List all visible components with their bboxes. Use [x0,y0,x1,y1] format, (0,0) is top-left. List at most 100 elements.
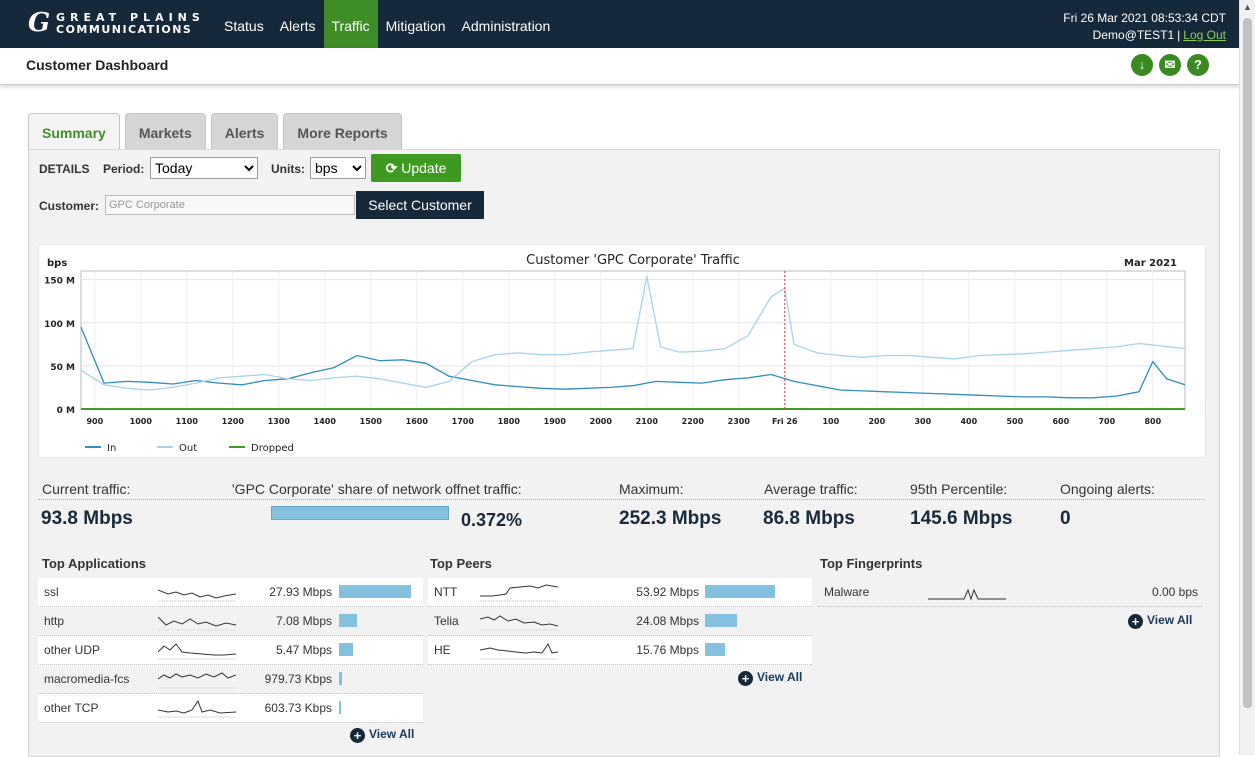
sparkline [480,642,558,660]
ongoing-alerts-label: Ongoing alerts: [1060,481,1155,497]
ongoing-alerts-value: 0 [1060,508,1071,529]
traffic-chart: Customer 'GPC Corporate' Traffic bps Mar… [44,253,1186,454]
app-bar [339,643,353,656]
x-tick-label: 2300 [728,417,751,426]
legend-label: Dropped [251,443,294,454]
tab-summary[interactable]: Summary [28,113,120,150]
x-tick-label: 2100 [636,417,659,426]
logout-link[interactable]: Log Out [1183,28,1226,42]
x-tick-label: 1000 [130,417,153,426]
peers-view-all-link[interactable]: + View All [738,670,802,686]
sparkline [158,699,236,718]
top-applications-list: ssl 27.93 Mbps http 7.08 Mbps other UDP … [38,578,423,723]
top-fingerprints-list: Malware 0.00 bps [818,578,1202,607]
current-datetime: Fri 26 Mar 2021 08:53:34 CDT [1063,11,1226,25]
x-tick-label: 1500 [360,417,383,426]
peer-bar [705,614,737,627]
period-select[interactable]: Today [150,157,258,179]
list-item[interactable]: macromedia-fcs 979.73 Kbps [38,665,423,694]
app-name: macromedia-fcs [44,672,130,686]
list-item[interactable]: ssl 27.93 Mbps [38,578,423,607]
top-peers-list: NTT 53.92 Mbps Telia 24.08 Mbps HE 15.76… [428,578,812,665]
nav-mitigation[interactable]: Mitigation [378,0,454,48]
x-tick-label: 2000 [590,417,613,426]
chart-ylabel: bps [47,258,67,269]
plus-circle-icon: + [1128,614,1143,629]
x-tick-label: 200 [868,417,885,426]
fingerprint-name: Malware [824,585,870,599]
list-item[interactable]: Telia 24.08 Mbps [428,607,812,636]
current-traffic-label: Current traffic: [42,481,131,497]
x-tick-label: 1300 [268,417,291,426]
nav-status[interactable]: Status [216,0,272,48]
scroll-up-icon[interactable]: ▲ [1243,2,1252,12]
dashboard-tabs: Summary Markets Alerts More Reports [28,113,407,150]
view-all-label: View All [757,670,803,684]
chart-title: Customer 'GPC Corporate' Traffic [526,253,740,268]
tab-markets[interactable]: Markets [124,113,206,150]
sparkline [158,616,236,631]
nav-administration[interactable]: Administration [454,0,559,48]
nav-traffic[interactable]: Traffic [323,0,378,48]
update-button[interactable]: ⟳ Update [371,154,461,182]
session-info: Fri 26 Mar 2021 08:53:34 CDT Demo@TEST1 |… [1063,10,1226,44]
select-customer-button[interactable]: Select Customer [356,191,484,219]
y-tick-label: 50 M [50,363,75,373]
scrollbar-thumb[interactable] [1243,18,1252,708]
app-name: ssl [44,585,59,599]
x-tick-label: 1600 [406,417,429,426]
company-logo[interactable]: G GREAT PLAINS COMMUNICATIONS [28,8,218,40]
download-icon[interactable]: ↓ [1131,54,1153,76]
sparkline [928,588,1006,601]
list-item[interactable]: http 7.08 Mbps [38,607,423,636]
chart-date-label: Mar 2021 [1124,258,1177,269]
main-nav: Status Alerts Traffic Mitigation Adminis… [216,0,558,48]
current-user: Demo@TEST1 [1092,28,1175,42]
sparkline [480,584,558,602]
share-value: 0.372% [461,510,523,530]
mail-icon[interactable]: ✉ [1159,54,1181,76]
details-label: DETAILS [39,162,90,176]
peer-value: 53.92 Mbps [636,585,699,599]
page-scrollbar[interactable]: ▲ [1239,0,1255,755]
share-label: 'GPC Corporate' share of network offnet … [232,481,522,497]
app-name: http [44,614,65,628]
page-title: Customer Dashboard [26,57,169,73]
refresh-icon: ⟳ [385,160,398,176]
sparkline [158,589,236,602]
x-tick-label: 500 [1006,417,1023,426]
view-all-label: View All [369,727,415,741]
customer-field[interactable]: GPC Corporate [105,195,355,215]
page-header: Customer Dashboard ↓ ✉ ? [0,48,1240,85]
percentile-value: 145.6 Mbps [910,508,1013,529]
help-icon[interactable]: ? [1187,54,1209,76]
peer-value: 15.76 Mbps [636,643,699,657]
y-tick-label: 150 M [44,277,75,287]
fingerprints-view-all-link[interactable]: + View All [1128,613,1192,629]
average-label: Average traffic: [764,481,858,497]
list-item[interactable]: Malware 0.00 bps [818,578,1202,607]
x-tick-label: 400 [960,417,977,426]
app-bar [339,585,411,598]
maximum-value: 252.3 Mbps [619,508,722,529]
x-tick-label: 2200 [682,417,705,426]
list-item[interactable]: NTT 53.92 Mbps [428,578,812,607]
user-separator: | [1177,28,1181,42]
list-item[interactable]: other TCP 603.73 Kbps [38,694,423,723]
list-item[interactable]: other UDP 5.47 Mbps [38,636,423,665]
tab-alerts[interactable]: Alerts [210,113,279,150]
x-tick-label: 600 [1052,417,1069,426]
units-select[interactable]: bps [310,157,366,179]
peer-name: HE [434,643,451,657]
list-item[interactable]: HE 15.76 Mbps [428,636,812,665]
x-tick-label: 900 [86,417,103,426]
x-tick-label: Fri 26 [772,417,798,426]
percentile-label: 95th Percentile: [910,481,1008,497]
tab-more-reports[interactable]: More Reports [283,113,402,150]
traffic-chart-container: Customer 'GPC Corporate' Traffic bps Mar… [38,244,1206,458]
app-value: 27.93 Mbps [269,585,332,599]
applications-view-all-link[interactable]: + View All [350,727,414,743]
top-fingerprints-title: Top Fingerprints [820,556,923,571]
nav-alerts[interactable]: Alerts [272,0,324,48]
plot-area [80,270,1186,410]
